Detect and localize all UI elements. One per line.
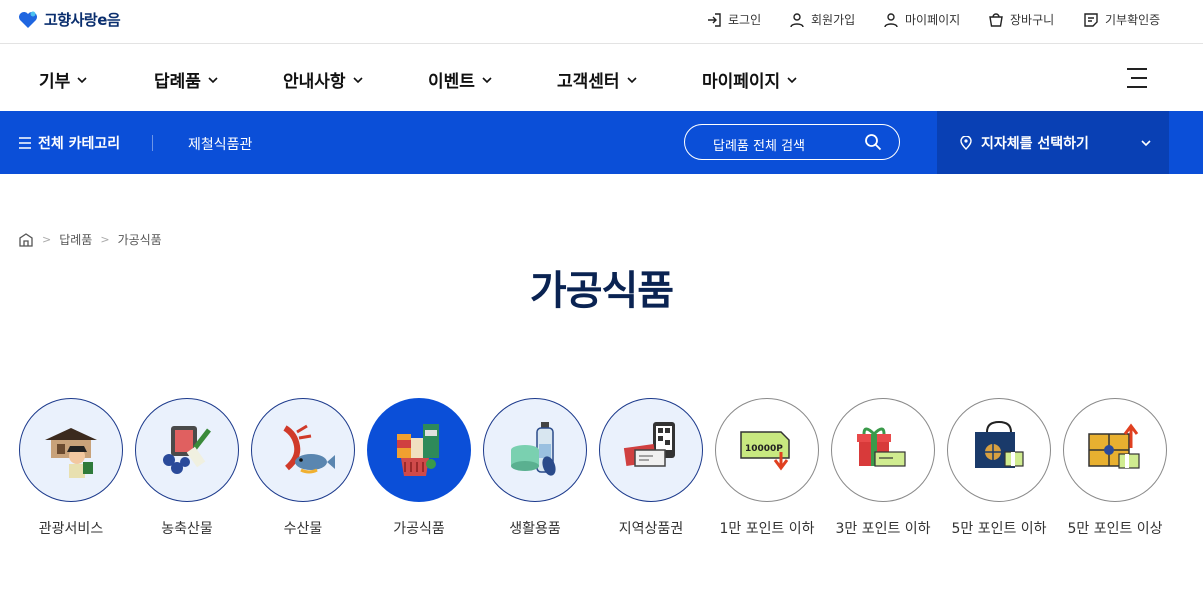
processed-food-icon: [397, 424, 439, 476]
category-circle[interactable]: [135, 398, 239, 502]
category-circle[interactable]: 10000P: [715, 398, 819, 502]
certificate-label: 기부확인증: [1105, 13, 1161, 27]
nav-label: 안내사항: [283, 72, 346, 92]
search-icon[interactable]: [864, 133, 882, 151]
points-10k-icon: 10000P: [740, 431, 790, 471]
category-processed-food[interactable]: 가공식품: [367, 398, 471, 538]
chevron-down-icon: [1141, 140, 1151, 147]
nav-info[interactable]: 안내사항: [283, 67, 364, 92]
nav-donate[interactable]: 기부: [39, 67, 88, 92]
category-bar: 전체 카테고리 제철식품관 답례품 전체 검색 지자체를 선택하기: [0, 111, 1203, 174]
nav-gifts[interactable]: 답례품: [154, 67, 219, 92]
category-circle[interactable]: [1063, 398, 1167, 502]
chevron-down-icon: [626, 76, 637, 83]
nav-label: 이벤트: [428, 72, 475, 92]
heart-logo-icon: [19, 11, 37, 28]
login-link[interactable]: 로그인: [706, 11, 761, 28]
tourism-icon: [45, 428, 97, 478]
category-circle[interactable]: [947, 398, 1051, 502]
chevron-down-icon: [77, 76, 87, 83]
all-category-button[interactable]: 전체 카테고리: [18, 133, 120, 153]
agriculture-icon: [163, 426, 211, 474]
user-icon: [790, 12, 804, 27]
top-utility-bar: 고향사랑e음 로그인 회원가입 마이페이지 장바구니 기부확인증: [0, 0, 1203, 44]
svg-text:10000P: 10000P: [745, 444, 783, 454]
certificate-link[interactable]: 기부확인증: [1083, 11, 1160, 28]
cart-label: 장바구니: [1010, 13, 1055, 27]
category-tourism[interactable]: 관광서비스: [19, 398, 123, 538]
mypage-label: 마이페이지: [905, 13, 961, 27]
category-under-50k-points[interactable]: 5만 포인트 이하: [947, 398, 1051, 538]
breadcrumb: > 답례품 > 가공식품: [18, 231, 162, 248]
menu-icon: [19, 137, 31, 149]
chevron-right-icon: >: [42, 233, 52, 246]
home-icon[interactable]: [18, 232, 34, 248]
logo-text: 고향사랑e음: [44, 11, 121, 29]
nav-label: 기부: [39, 72, 71, 92]
seasonal-food-link[interactable]: 제철식품관: [188, 134, 252, 154]
category-agri[interactable]: 농축산물: [135, 398, 239, 538]
category-circle[interactable]: [367, 398, 471, 502]
nav-customer-center[interactable]: 고객센터: [557, 67, 638, 92]
divider: [152, 135, 153, 151]
nav-label: 마이페이지: [702, 72, 781, 92]
voucher-icon: [623, 422, 675, 467]
login-icon: [708, 12, 721, 27]
search-box[interactable]: 답례품 전체 검색: [684, 124, 900, 160]
category-household[interactable]: 생활용품: [483, 398, 587, 538]
gift-points-icon: [857, 427, 906, 467]
certificate-icon: [1084, 12, 1098, 27]
category-circle[interactable]: [831, 398, 935, 502]
main-navigation: 기부 답례품 안내사항 이벤트 고객센터 마이페이지: [0, 45, 1203, 111]
gift-box-points-icon: [1088, 423, 1140, 469]
page-title: 가공식품: [529, 268, 674, 314]
category-over-50k-points[interactable]: 5만 포인트 이상: [1063, 398, 1167, 538]
mypage-link[interactable]: 마이페이지: [883, 11, 960, 28]
shopping-bag-points-icon: [975, 420, 1024, 468]
nav-label: 고객센터: [557, 72, 620, 92]
hamburger-menu-icon[interactable]: [1125, 66, 1149, 90]
category-circle[interactable]: [599, 398, 703, 502]
category-circle[interactable]: [483, 398, 587, 502]
chevron-down-icon: [208, 76, 218, 83]
nav-mypage[interactable]: 마이페이지: [702, 67, 798, 92]
breadcrumb-item[interactable]: 답례품: [59, 231, 92, 248]
site-logo[interactable]: 고향사랑e음: [18, 9, 121, 30]
nav-label: 답례품: [154, 72, 201, 92]
cart-link[interactable]: 장바구니: [988, 11, 1054, 28]
category-label: 5만 포인트 이상: [1067, 521, 1163, 537]
category-circle[interactable]: [251, 398, 355, 502]
cart-icon: [989, 12, 1003, 27]
region-select-label: 지자체를 선택하기: [959, 133, 1089, 153]
breadcrumb-item[interactable]: 가공식품: [118, 231, 162, 248]
chevron-down-icon: [787, 76, 797, 83]
signup-label: 회원가입: [811, 13, 856, 27]
category-under-30k-points[interactable]: 3만 포인트 이하: [831, 398, 935, 538]
chevron-down-icon: [482, 76, 492, 83]
chevron-down-icon: [352, 76, 363, 83]
user-icon: [884, 12, 898, 27]
category-under-10k-points[interactable]: 10000P 1만 포인트 이하: [715, 398, 819, 538]
category-circle[interactable]: [19, 398, 123, 502]
region-select[interactable]: 지자체를 선택하기: [937, 111, 1169, 174]
search-placeholder: 답례품 전체 검색: [713, 139, 805, 154]
seafood-icon: [283, 424, 335, 474]
login-label: 로그인: [728, 13, 762, 27]
category-local-voucher[interactable]: 지역상품권: [599, 398, 703, 538]
category-seafood[interactable]: 수산물: [251, 398, 355, 538]
location-pin-icon: [960, 136, 972, 150]
signup-link[interactable]: 회원가입: [789, 11, 855, 28]
all-category-label: 전체 카테고리: [38, 136, 121, 152]
region-select-text: 지자체를 선택하기: [981, 136, 1089, 152]
chevron-right-icon: >: [100, 233, 110, 246]
household-icon: [511, 422, 556, 476]
nav-event[interactable]: 이벤트: [428, 67, 493, 92]
